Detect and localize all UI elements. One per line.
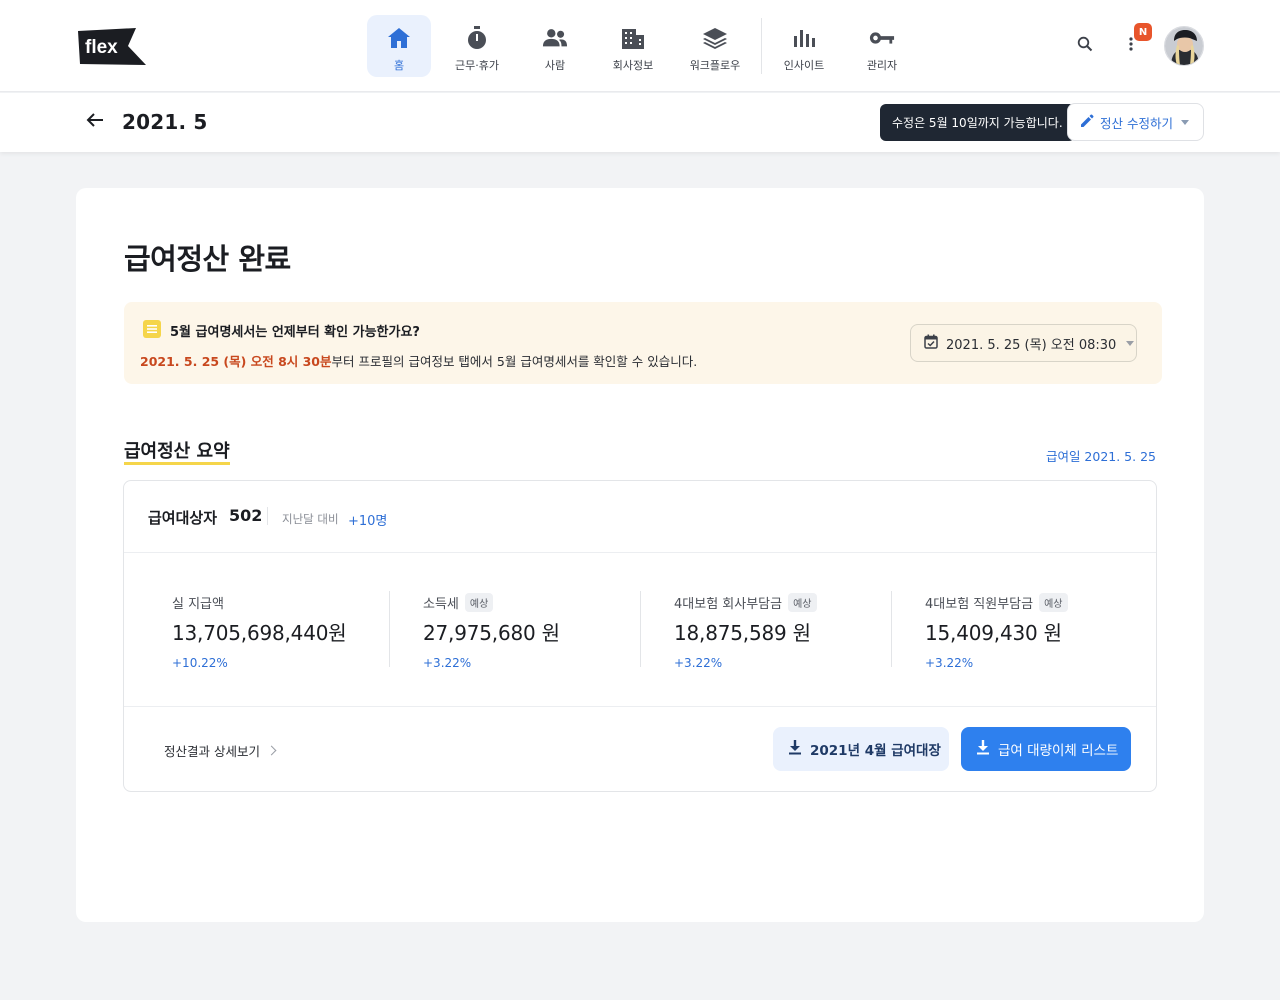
people-icon — [542, 25, 568, 51]
page-title: 2021. 5 — [122, 110, 208, 134]
nav-label: 인사이트 — [783, 59, 825, 72]
nav-label: 근무·휴가 — [455, 59, 499, 72]
estimate-tag: 예상 — [1039, 592, 1068, 612]
metric-value: 27,975,680 원 — [423, 621, 560, 645]
settlement-summary: 급여대상자 502 지난달 대비 +10명 실 지급액 13,705,698,4… — [123, 480, 1157, 792]
summary-header: 급여대상자 502 지난달 대비 +10명 — [124, 481, 1156, 553]
metric-value: 13,705,698,440원 — [172, 621, 347, 645]
chevron-down-icon — [1180, 119, 1189, 125]
compare-label: 지난달 대비 — [282, 512, 339, 526]
flex-logo[interactable]: flex — [76, 27, 146, 66]
download-bulk-transfer-button[interactable]: 급여 대량이체 리스트 — [961, 727, 1131, 771]
arrow-left-icon — [86, 112, 104, 132]
edit-settlement-label: 정산 수정하기 — [1100, 115, 1173, 131]
search-icon — [1077, 36, 1093, 56]
view-details-label: 정산결과 상세보기 — [164, 744, 260, 759]
more-vertical-icon — [1128, 36, 1134, 56]
metric-change: +3.22% — [674, 656, 723, 670]
notice-answer-date: 2021. 5. 25 (목) 오전 8시 30분 — [140, 354, 332, 369]
nav-item-home[interactable]: 홈 — [367, 15, 431, 77]
main-nav: 홈 근무·휴가 사람 회사정보 워크플로우 인사이트 관리자 — [367, 15, 928, 77]
nav-divider — [761, 18, 762, 74]
metric-insurance-employee: 4대보험 직원부담금 예상 15,409,430 원 +3.22% — [877, 553, 1128, 706]
metric-change: +10.22% — [172, 656, 228, 670]
download-icon — [788, 739, 802, 759]
metric-insurance-company: 4대보험 회사부담금 예상 18,875,589 원 +3.22% — [626, 553, 892, 706]
download-payroll-ledger-button[interactable]: 2021년 4월 급여대장 — [773, 727, 949, 771]
payslip-notice: 5월 급여명세서는 언제부터 확인 가능한가요? 2021. 5. 25 (목)… — [124, 302, 1162, 384]
stopwatch-icon — [464, 25, 490, 51]
header-tools: N — [1072, 23, 1204, 67]
metric-label: 4대보험 직원부담금 — [925, 596, 1034, 612]
divider — [267, 507, 268, 525]
estimate-tag: 예상 — [464, 592, 494, 612]
chevron-right-icon — [266, 745, 277, 756]
svg-text:flex: flex — [85, 37, 118, 58]
estimate-tag: 예상 — [788, 592, 817, 612]
nav-label: 관리자 — [866, 59, 898, 72]
metric-net-pay: 실 지급액 13,705,698,440원 +10.22% — [124, 553, 390, 706]
chevron-down-icon — [1126, 340, 1135, 346]
view-details-link[interactable]: 정산결과 상세보기 — [164, 741, 277, 760]
nav-item-workflow[interactable]: 워크플로우 — [679, 15, 751, 77]
metric-change: +3.22% — [423, 656, 472, 670]
metric-label: 소득세 — [423, 596, 459, 612]
calendar-check-icon — [924, 334, 938, 353]
metric-change: +3.22% — [925, 656, 974, 670]
summary-metrics: 실 지급액 13,705,698,440원 +10.22% 소득세 예상 27,9… — [124, 553, 1156, 707]
target-label: 급여대상자 — [148, 509, 218, 527]
building-icon — [620, 25, 646, 51]
note-icon — [143, 320, 161, 338]
notice-question: 5월 급여명세서는 언제부터 확인 가능한가요? — [170, 325, 420, 340]
layers-icon — [702, 25, 728, 51]
metric-value: 15,409,430 원 — [925, 621, 1062, 645]
search-button[interactable] — [1072, 33, 1098, 59]
nav-item-admin[interactable]: 관리자 — [850, 15, 914, 77]
notification-badge: N — [1134, 23, 1152, 41]
back-button[interactable] — [82, 109, 108, 135]
nav-label: 홈 — [393, 59, 405, 72]
summary-footer: 정산결과 상세보기 2021년 4월 급여대장 급여 대량이체 리스트 — [124, 707, 1156, 793]
notice-answer: 2021. 5. 25 (목) 오전 8시 30분부터 프로필의 급여정보 탭에… — [140, 351, 697, 370]
page-heading: 급여정산 완료 — [124, 242, 291, 276]
nav-item-insight[interactable]: 인사이트 — [772, 15, 836, 77]
metric-label: 4대보험 회사부담금 — [674, 596, 783, 612]
more-menu-button[interactable]: N — [1118, 23, 1152, 59]
nav-item-company-info[interactable]: 회사정보 — [601, 15, 665, 77]
download-ledger-label: 2021년 4월 급여대장 — [810, 743, 941, 759]
nav-label: 회사정보 — [612, 59, 654, 72]
nav-label: 사람 — [544, 59, 566, 72]
edit-settlement-button[interactable]: 정산 수정하기 — [1067, 103, 1204, 141]
user-avatar[interactable] — [1164, 26, 1204, 66]
payslip-date-select[interactable]: 2021. 5. 25 (목) 오전 08:30 — [910, 324, 1137, 362]
download-icon — [976, 739, 990, 759]
home-icon — [386, 25, 412, 51]
nav-item-work-leave[interactable]: 근무·휴가 — [445, 15, 509, 77]
top-navigation: flex 홈 근무·휴가 사람 회사정보 워크플로우 인사이트 관리자 N — [0, 0, 1280, 92]
payday-label: 급여일 2021. 5. 25 — [1045, 449, 1156, 464]
bar-chart-icon — [791, 25, 817, 51]
sub-header: 2021. 5 수정은 5월 10일까지 가능합니다. 정산 수정하기 — [0, 93, 1280, 152]
metric-label: 실 지급액 — [172, 596, 224, 612]
payslip-date-value: 2021. 5. 25 (목) 오전 08:30 — [946, 337, 1117, 353]
notice-answer-text: 부터 프로필의 급여정보 탭에서 5월 급여명세서를 확인할 수 있습니다. — [331, 354, 698, 369]
nav-item-people[interactable]: 사람 — [523, 15, 587, 77]
pencil-icon — [1080, 113, 1094, 132]
key-icon — [869, 25, 895, 51]
nav-label: 워크플로우 — [689, 59, 741, 72]
edit-deadline-tooltip: 수정은 5월 10일까지 가능합니다. — [880, 104, 1081, 141]
summary-title: 급여정산 요약 — [124, 437, 230, 465]
metric-value: 18,875,589 원 — [674, 621, 811, 645]
target-count: 502 — [229, 506, 263, 525]
metric-income-tax: 소득세 예상 27,975,680 원 +3.22% — [375, 553, 641, 706]
main-card: 급여정산 완료 5월 급여명세서는 언제부터 확인 가능한가요? 2021. 5… — [76, 188, 1204, 922]
download-transfer-label: 급여 대량이체 리스트 — [998, 743, 1119, 759]
compare-delta: +10명 — [348, 514, 388, 529]
